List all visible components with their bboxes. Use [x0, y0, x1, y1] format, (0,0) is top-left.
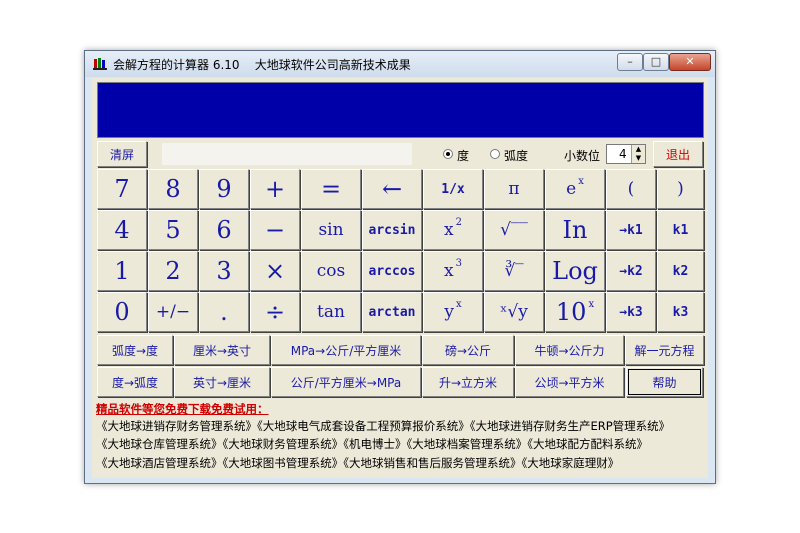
key-nth-root[interactable]: ˣ√y [484, 292, 544, 332]
key-tan[interactable]: tan [301, 292, 361, 332]
key-k3[interactable]: k3 [657, 292, 704, 332]
convert-cm-to-inch-button[interactable]: 厘米→英寸 [174, 335, 270, 365]
maximize-button[interactable]: □ [643, 53, 669, 71]
key-4[interactable]: 4 [97, 210, 147, 250]
key-power[interactable]: yx [423, 292, 483, 332]
convert-lb-to-kg-button[interactable]: 磅→公斤 [422, 335, 514, 365]
key-cube-sup: 3 [455, 257, 462, 269]
convert-mpa-to-kgcm2-button[interactable]: MPa→公斤/平方厘米 [271, 335, 421, 365]
radian-radio[interactable] [490, 149, 500, 159]
key-close-paren[interactable]: ) [657, 169, 704, 209]
convert-kgcm2-to-mpa-button[interactable]: 公斤/平方厘米→MPa [271, 367, 421, 397]
key-5[interactable]: 5 [148, 210, 198, 250]
convert-inch-to-cm-button[interactable]: 英寸→厘米 [174, 367, 270, 397]
convert-hectare-to-m2-button[interactable]: 公顷→平方米 [515, 367, 624, 397]
key-multiply[interactable]: × [250, 251, 300, 291]
decimal-places-spinner[interactable]: 4 ▲ ▼ [606, 144, 646, 164]
help-button[interactable]: 帮助 [626, 367, 703, 397]
calculator-window: 会解方程的计算器 6.10 大地球软件公司高新技术成果 – □ ✕ 清屏 度 弧… [84, 50, 716, 484]
key-1[interactable]: 1 [97, 251, 147, 291]
key-store-k1[interactable]: →k1 [606, 210, 656, 250]
app-icon [93, 58, 107, 70]
key-decimal[interactable]: . [199, 292, 249, 332]
key-8[interactable]: 8 [148, 169, 198, 209]
key-pi[interactable]: π [484, 169, 544, 209]
degree-label: 度 [457, 149, 470, 163]
title-bar[interactable]: 会解方程的计算器 6.10 大地球软件公司高新技术成果 – □ ✕ [85, 51, 715, 77]
spinner-arrows-icon[interactable]: ▲ ▼ [631, 145, 645, 163]
key-k2[interactable]: k2 [657, 251, 704, 291]
ad-line-3: 《大地球酒店管理系统》《大地球图书管理系统》《大地球销售和售后服务管理系统》《大… [96, 456, 620, 470]
decimal-places-label: 小数位 [564, 149, 601, 163]
key-ten-power-sup: x [588, 298, 595, 310]
key-6[interactable]: 6 [199, 210, 249, 250]
key-cos[interactable]: cos [301, 251, 361, 291]
key-arccos[interactable]: arccos [362, 251, 422, 291]
key-3[interactable]: 3 [199, 251, 249, 291]
key-square[interactable]: x2 [423, 210, 483, 250]
degree-radio[interactable] [443, 149, 453, 159]
exit-button[interactable]: 退出 [653, 141, 703, 167]
key-square-base: x [444, 220, 454, 240]
key-cube[interactable]: x3 [423, 251, 483, 291]
close-button[interactable]: ✕ [669, 53, 711, 71]
key-power-base: y [444, 302, 454, 322]
key-divide[interactable]: ÷ [250, 292, 300, 332]
key-exp-sup: x [578, 175, 584, 187]
client-area: 清屏 度 弧度 小数位 4 ▲ ▼ 退出 7 8 9 + = ← 1/x π ex… [92, 78, 708, 478]
key-reciprocal[interactable]: 1/x [423, 169, 483, 209]
key-ten-power-base: 10 [555, 298, 587, 326]
key-plus[interactable]: + [250, 169, 300, 209]
key-arcsin[interactable]: arcsin [362, 210, 422, 250]
convert-deg-to-rad-button[interactable]: 度→弧度 [97, 367, 173, 397]
key-ten-power[interactable]: 10 x [545, 292, 605, 332]
convert-rad-to-deg-button[interactable]: 弧度→度 [97, 335, 173, 365]
key-exp[interactable]: ex [545, 169, 605, 209]
key-power-sup: x [455, 298, 462, 310]
clear-button[interactable]: 清屏 [97, 141, 147, 167]
radian-label: 弧度 [504, 149, 529, 163]
key-7[interactable]: 7 [97, 169, 147, 209]
ad-line-1: 《大地球进销存财务管理系统》《大地球电气成套设备工程预算报价系统》《大地球进销存… [96, 419, 671, 433]
key-9[interactable]: 9 [199, 169, 249, 209]
key-arctan[interactable]: arctan [362, 292, 422, 332]
key-2[interactable]: 2 [148, 251, 198, 291]
key-store-k2[interactable]: →k2 [606, 251, 656, 291]
key-0[interactable]: 0 [97, 292, 147, 332]
key-square-sup: 2 [455, 216, 462, 228]
input-field[interactable] [162, 143, 412, 165]
key-store-k3[interactable]: →k3 [606, 292, 656, 332]
key-sqrt[interactable]: √‾‾ [484, 210, 544, 250]
ad-line-2: 《大地球仓库管理系统》《大地球财务管理系统》《机电博士》《大地球档案管理系统》《… [96, 437, 648, 451]
key-equals[interactable]: = [301, 169, 361, 209]
key-open-paren[interactable]: ( [606, 169, 656, 209]
key-cube-base: x [444, 261, 454, 281]
key-log[interactable]: Log [545, 251, 605, 291]
key-cube-root[interactable]: ∛‾ [484, 251, 544, 291]
key-exp-base: e [566, 179, 577, 199]
key-backspace[interactable]: ← [362, 169, 422, 209]
key-sin[interactable]: sin [301, 210, 361, 250]
minimize-button[interactable]: – [617, 53, 643, 71]
ad-header[interactable]: 精品软件等您免费下载免费试用： [96, 401, 269, 417]
key-negate[interactable]: +/− [148, 292, 198, 332]
key-ln[interactable]: In [545, 210, 605, 250]
solve-equation-button[interactable]: 解一元方程 [625, 335, 704, 365]
window-title: 会解方程的计算器 6.10 大地球软件公司高新技术成果 [113, 58, 411, 72]
convert-liter-to-m3-button[interactable]: 升→立方米 [422, 367, 514, 397]
key-minus[interactable]: − [250, 210, 300, 250]
key-k1[interactable]: k1 [657, 210, 704, 250]
decimal-places-value: 4 [619, 147, 627, 161]
convert-newton-to-kgf-button[interactable]: 牛顿→公斤力 [515, 335, 624, 365]
result-display [97, 82, 704, 138]
